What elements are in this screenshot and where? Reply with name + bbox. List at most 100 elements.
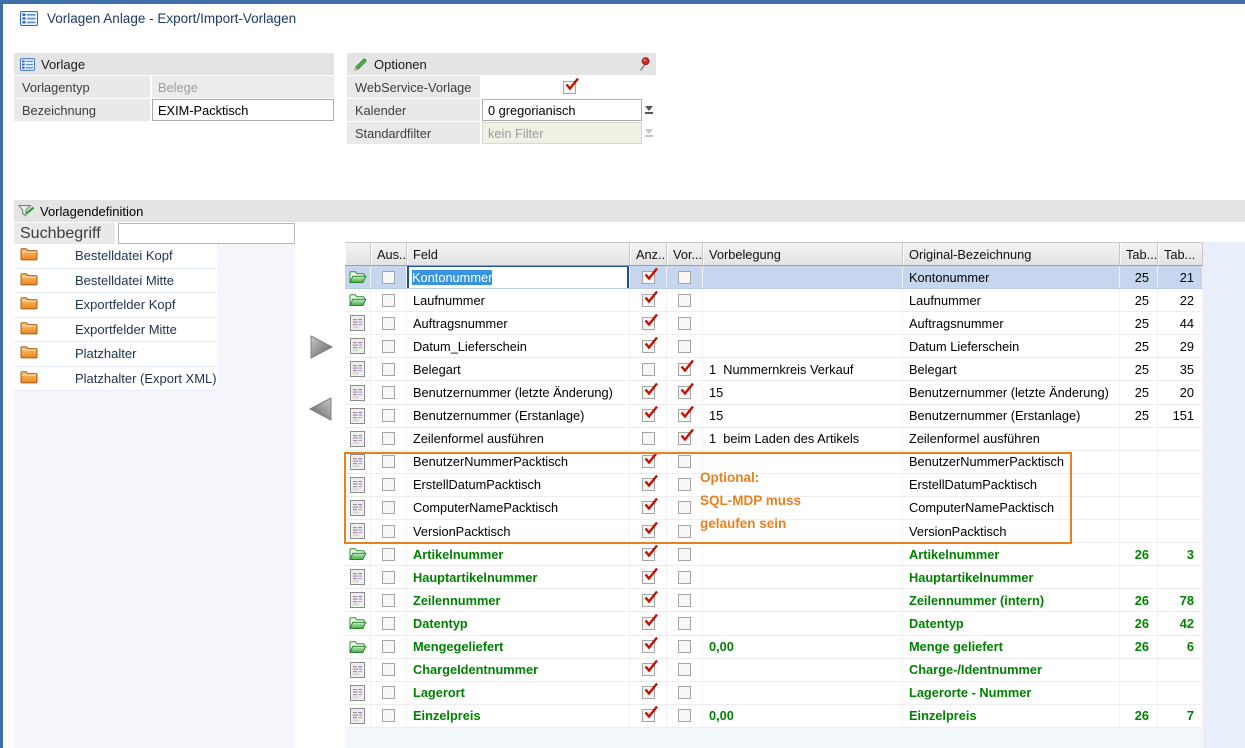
aus-checkbox[interactable] [382, 363, 395, 376]
table-row[interactable]: VersionPacktischVersionPacktisch [345, 520, 1203, 543]
folder-list-item[interactable]: Exportfelder Mitte [14, 318, 217, 343]
vor-checkbox[interactable] [678, 409, 691, 422]
feld-cell[interactable]: Artikelnummer [407, 543, 630, 565]
feld-cell[interactable]: Datentyp [407, 612, 630, 634]
vorbelegung-cell[interactable] [703, 312, 903, 334]
vorbelegung-cell[interactable] [703, 497, 903, 519]
anz-checkbox[interactable] [642, 617, 655, 630]
vor-checkbox[interactable] [678, 455, 691, 468]
aus-checkbox[interactable] [382, 478, 395, 491]
anz-checkbox[interactable] [642, 501, 655, 514]
vorbelegung-cell[interactable] [703, 520, 903, 542]
folder-list-item[interactable]: Bestelldatei Mitte [14, 269, 217, 294]
pushpin-icon[interactable] [638, 57, 650, 72]
column-header-feld[interactable]: Feld [407, 243, 630, 265]
column-header-anz[interactable]: Anz... [630, 243, 667, 265]
folder-list-item[interactable]: Platzhalter (Export XML) [14, 367, 217, 392]
anz-checkbox[interactable] [642, 386, 655, 399]
aus-checkbox[interactable] [382, 640, 395, 653]
vor-checkbox[interactable] [678, 709, 691, 722]
table-row[interactable]: BenutzerNummerPacktischBenutzerNummerPac… [345, 451, 1203, 474]
aus-checkbox[interactable] [382, 709, 395, 722]
anz-checkbox[interactable] [642, 663, 655, 676]
feld-cell[interactable]: VersionPacktisch [407, 520, 630, 542]
feld-cell[interactable]: Belegart [407, 358, 630, 380]
feld-cell[interactable]: Zeilennummer [407, 589, 630, 611]
feld-cell[interactable]: Benutzernummer (Erstanlage) [407, 405, 630, 427]
vorbelegung-cell[interactable] [703, 451, 903, 473]
table-row[interactable]: ZeilennummerZeilennummer (intern)2678 [345, 589, 1203, 612]
table-row[interactable]: Mengegeliefert0,00Menge geliefert266 [345, 636, 1203, 659]
vor-checkbox[interactable] [678, 432, 691, 445]
aus-checkbox[interactable] [382, 409, 395, 422]
vor-checkbox[interactable] [678, 686, 691, 699]
vorbelegung-cell[interactable]: 15 [703, 405, 903, 427]
column-header-vorbelegung[interactable]: Vorbelegung [703, 243, 903, 265]
vor-checkbox[interactable] [678, 640, 691, 653]
feld-cell[interactable]: Laufnummer [407, 289, 630, 311]
anz-checkbox[interactable] [642, 271, 655, 284]
anz-checkbox[interactable] [642, 363, 655, 376]
vorbelegung-cell[interactable] [703, 566, 903, 588]
aus-checkbox[interactable] [382, 386, 395, 399]
feld-cell[interactable]: BenutzerNummerPacktisch [407, 451, 630, 473]
vorbelegung-cell[interactable] [703, 659, 903, 681]
aus-checkbox[interactable] [382, 340, 395, 353]
vor-checkbox[interactable] [678, 525, 691, 538]
table-row[interactable]: HauptartikelnummerHauptartikelnummer [345, 566, 1203, 589]
column-header-tab[interactable]: Tab... [1120, 243, 1158, 265]
table-row[interactable]: ArtikelnummerArtikelnummer263 [345, 543, 1203, 566]
feld-cell[interactable]: Mengegeliefert [407, 636, 630, 658]
anz-checkbox[interactable] [642, 709, 655, 722]
vorbelegung-cell[interactable] [703, 589, 903, 611]
feld-cell[interactable]: Lagerort [407, 682, 630, 704]
anz-checkbox[interactable] [642, 571, 655, 584]
aus-checkbox[interactable] [382, 432, 395, 445]
vorbelegung-cell[interactable] [703, 474, 903, 496]
anz-checkbox[interactable] [642, 525, 655, 538]
table-row[interactable]: Datum_LieferscheinDatum Lieferschein2529 [345, 335, 1203, 358]
aus-checkbox[interactable] [382, 548, 395, 561]
anz-checkbox[interactable] [642, 294, 655, 307]
anz-checkbox[interactable] [642, 594, 655, 607]
table-row[interactable]: LaufnummerLaufnummer2522 [345, 289, 1203, 312]
table-row[interactable]: LagerortLagerorte - Nummer [345, 682, 1203, 705]
vor-checkbox[interactable] [678, 548, 691, 561]
vor-checkbox[interactable] [678, 386, 691, 399]
feld-cell[interactable]: ChargeIdentnummer [407, 659, 630, 681]
vorbelegung-cell[interactable]: 1 Nummernkreis Verkauf [703, 358, 903, 380]
move-left-button[interactable] [306, 395, 336, 423]
aus-checkbox[interactable] [382, 271, 395, 284]
feld-cell[interactable]: Zeilenformel ausführen [407, 428, 630, 450]
table-row[interactable]: DatentypDatentyp2642 [345, 612, 1203, 635]
aus-checkbox[interactable] [382, 294, 395, 307]
vor-checkbox[interactable] [678, 663, 691, 676]
table-row[interactable]: Einzelpreis0,00Einzelpreis267 [345, 705, 1203, 728]
vor-checkbox[interactable] [678, 317, 691, 330]
vor-checkbox[interactable] [678, 363, 691, 376]
table-row[interactable]: ComputerNamePacktischComputerNamePacktis… [345, 497, 1203, 520]
vorbelegung-cell[interactable] [703, 335, 903, 357]
aus-checkbox[interactable] [382, 501, 395, 514]
kalender-dropdown-arrow[interactable] [642, 99, 656, 121]
anz-checkbox[interactable] [642, 478, 655, 491]
table-row[interactable]: AuftragsnummerAuftragsnummer2544 [345, 312, 1203, 335]
aus-checkbox[interactable] [382, 617, 395, 630]
vorbelegung-cell[interactable] [703, 289, 903, 311]
anz-checkbox[interactable] [642, 686, 655, 699]
feld-cell[interactable]: Datum_Lieferschein [407, 335, 630, 357]
folder-list-item[interactable]: Exportfelder Kopf [14, 293, 217, 318]
column-header-aus[interactable]: Aus... [371, 243, 407, 265]
vor-checkbox[interactable] [678, 294, 691, 307]
feld-cell[interactable]: Einzelpreis [407, 705, 630, 727]
feld-cell[interactable]: ComputerNamePacktisch [407, 497, 630, 519]
feld-cell[interactable]: Auftragsnummer [407, 312, 630, 334]
column-header-original-bezeichnung[interactable]: Original-Bezeichnung [903, 243, 1120, 265]
vorbelegung-cell[interactable] [703, 543, 903, 565]
table-row[interactable]: Benutzernummer (letzte Änderung)15Benutz… [345, 381, 1203, 404]
vor-checkbox[interactable] [678, 594, 691, 607]
vorbelegung-cell[interactable]: 0,00 [703, 705, 903, 727]
vorbelegung-cell[interactable]: 0,00 [703, 636, 903, 658]
vor-checkbox[interactable] [678, 340, 691, 353]
feld-cell[interactable]: Hauptartikelnummer [407, 566, 630, 588]
